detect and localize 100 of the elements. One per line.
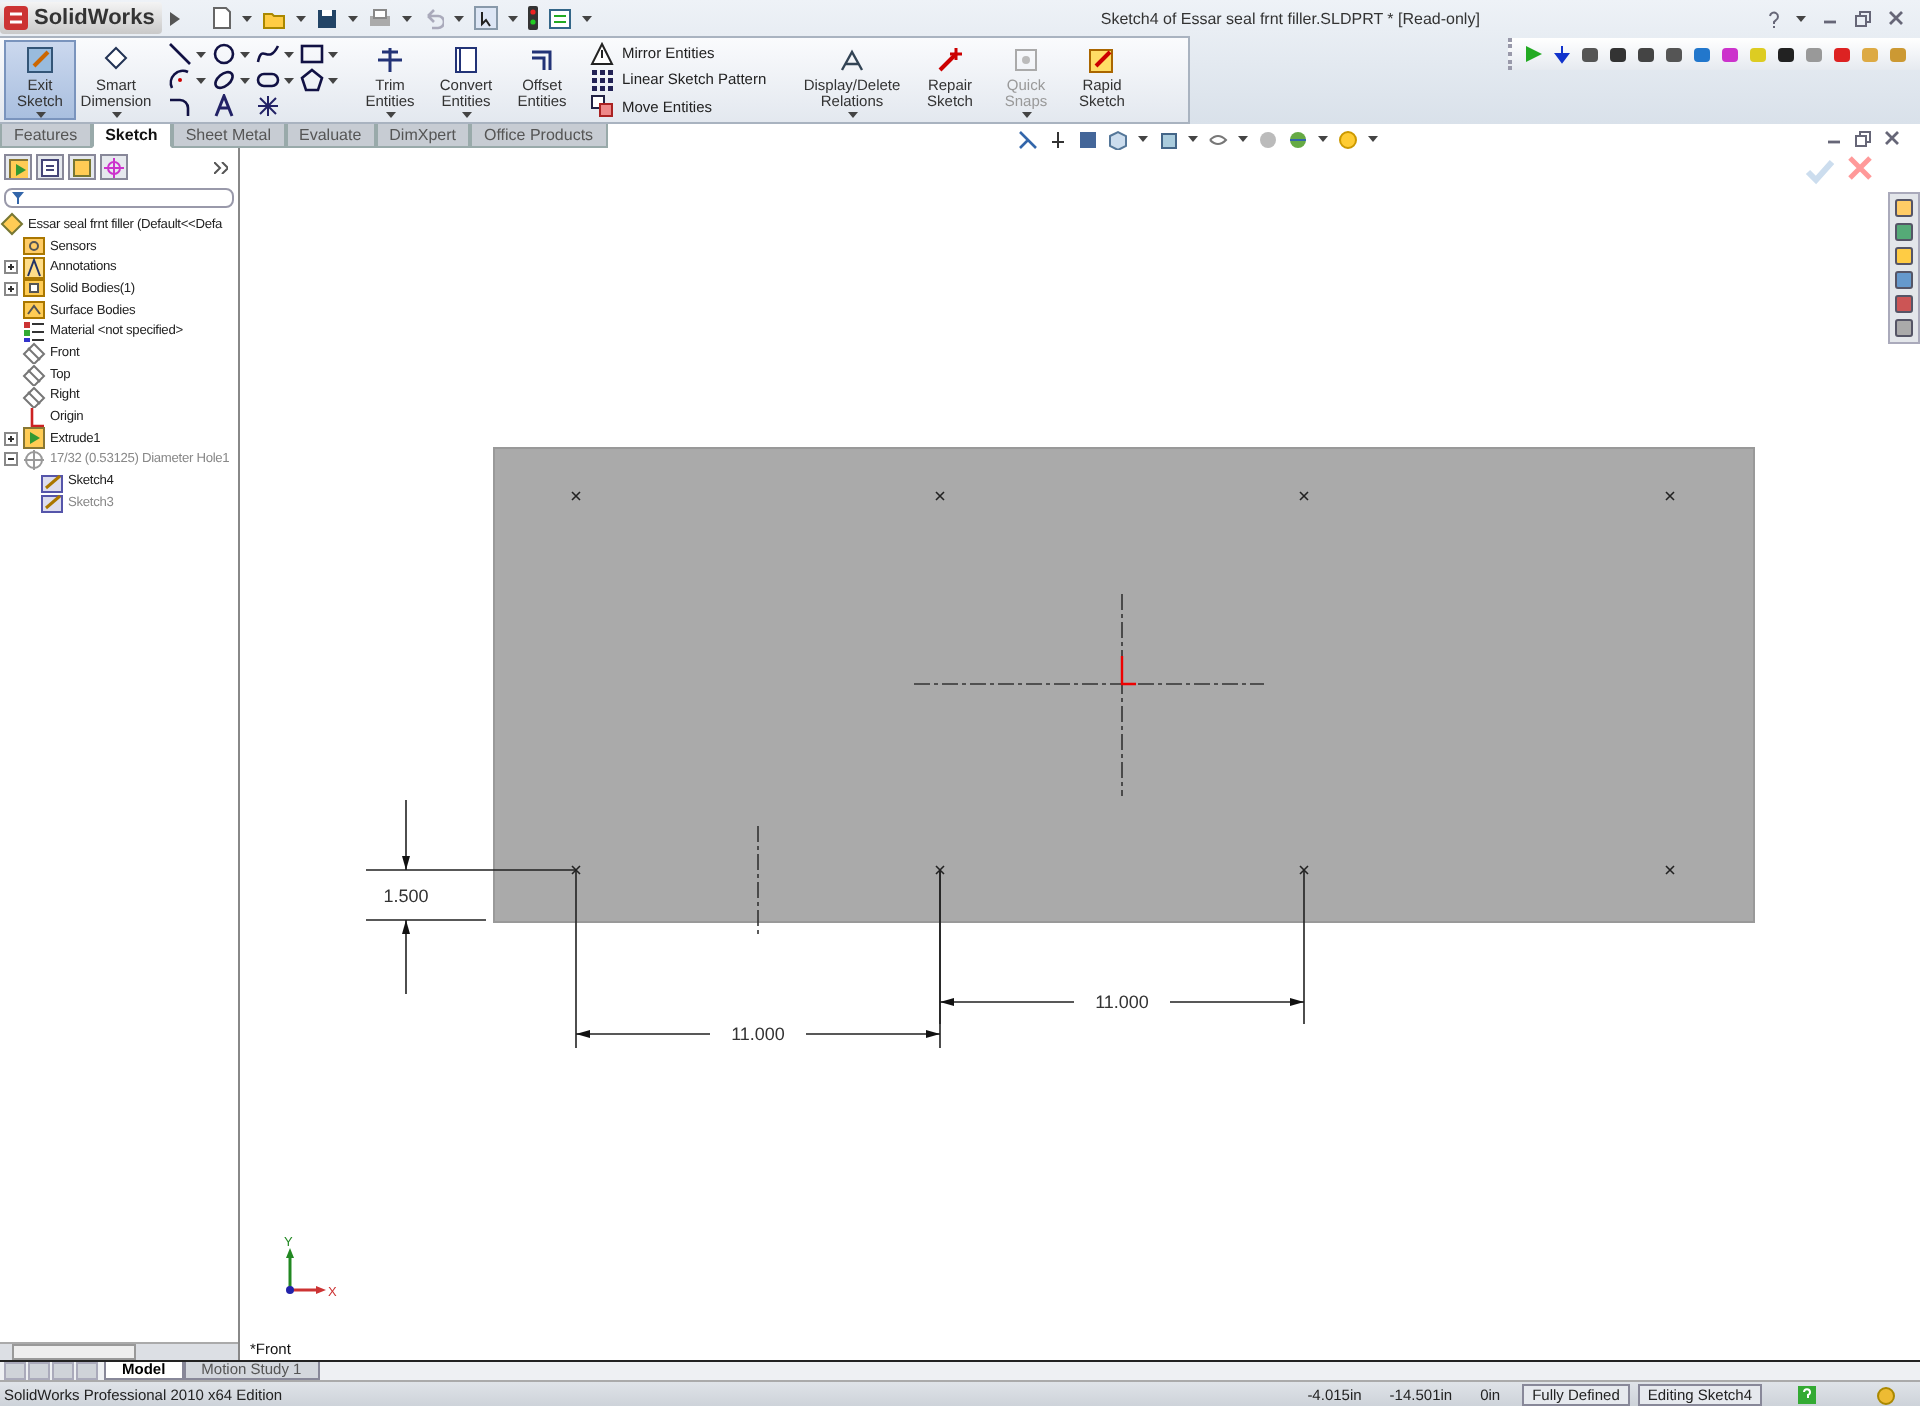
feature-tree-tab[interactable] <box>4 154 32 180</box>
section-view-icon[interactable] <box>1077 129 1098 149</box>
help-icon[interactable] <box>1768 9 1780 27</box>
arc-icon[interactable] <box>168 68 192 92</box>
caret-icon[interactable] <box>328 51 338 57</box>
sketch-point[interactable] <box>935 865 945 875</box>
caret-icon[interactable] <box>1367 136 1378 142</box>
caret-icon[interactable] <box>196 51 206 57</box>
caret-icon[interactable] <box>284 51 294 57</box>
sketch-point[interactable] <box>1665 865 1675 875</box>
help-icon[interactable] <box>1798 1385 1816 1403</box>
caret-icon[interactable] <box>111 112 121 118</box>
expand-panel-icon[interactable] <box>214 161 228 173</box>
down-arrow-icon[interactable] <box>1552 44 1572 64</box>
caret-icon[interactable] <box>385 112 395 118</box>
command-tab[interactable]: DimXpert <box>375 124 470 148</box>
display-style-icon[interactable] <box>1157 129 1178 149</box>
sketch-point[interactable] <box>571 865 581 875</box>
spline-icon[interactable] <box>256 42 280 66</box>
dimxpert-tab[interactable] <box>100 154 128 180</box>
zoom-fit-icon[interactable] <box>1017 129 1038 149</box>
dimension-value[interactable]: 11.000 <box>1095 992 1149 1012</box>
zoom-area-icon[interactable] <box>1047 129 1068 149</box>
save-icon[interactable] <box>316 7 339 29</box>
fillet-icon[interactable] <box>168 94 192 118</box>
slot-icon[interactable] <box>256 68 280 92</box>
point-icon[interactable] <box>256 94 280 118</box>
options-icon[interactable] <box>548 7 573 29</box>
dimension-value[interactable]: 1.500 <box>383 886 429 906</box>
app-logo[interactable]: SolidWorks <box>0 2 163 34</box>
palette-icon[interactable] <box>1894 270 1914 290</box>
text-icon[interactable] <box>212 94 236 118</box>
traffic-light-icon[interactable] <box>528 6 539 30</box>
rebuild-icon[interactable] <box>1876 1385 1896 1405</box>
folder-icon[interactable] <box>1894 246 1914 266</box>
configuration-tab[interactable] <box>68 154 96 180</box>
expand-icon[interactable] <box>4 260 18 275</box>
close-icon[interactable] <box>1888 10 1904 26</box>
lighting-icon[interactable] <box>1337 129 1358 149</box>
caret-icon[interactable] <box>296 15 307 21</box>
dimension-value[interactable]: 11.000 <box>731 1024 785 1044</box>
sketch-point[interactable] <box>1299 865 1309 875</box>
close-icon[interactable] <box>1884 130 1900 146</box>
caret-icon[interactable] <box>35 112 45 118</box>
properties-icon[interactable] <box>1894 318 1914 338</box>
sketch-point[interactable] <box>935 491 945 501</box>
play-icon[interactable] <box>1524 44 1544 64</box>
caret-icon[interactable] <box>582 15 593 21</box>
caret-icon[interactable] <box>348 15 359 21</box>
caret-icon[interactable] <box>196 77 206 83</box>
caret-icon[interactable] <box>328 77 338 83</box>
hide-show-icon[interactable] <box>1207 129 1228 149</box>
caret-icon[interactable] <box>1237 136 1248 142</box>
caret-icon[interactable] <box>1137 136 1148 142</box>
caret-icon[interactable] <box>240 51 250 57</box>
print-icon[interactable] <box>368 7 393 29</box>
command-tab[interactable]: Evaluate <box>285 124 376 148</box>
horizontal-scrollbar[interactable] <box>0 1342 238 1360</box>
circle-icon[interactable] <box>212 42 236 66</box>
caret-icon[interactable] <box>242 15 253 21</box>
command-tab[interactable]: Features <box>0 124 92 148</box>
centerline[interactable] <box>1121 593 1123 797</box>
caret-icon[interactable] <box>284 77 294 83</box>
appearance-icon[interactable] <box>1894 294 1914 314</box>
sketch-point[interactable] <box>1665 491 1675 501</box>
caret-icon[interactable] <box>1187 136 1198 142</box>
caret-icon[interactable] <box>508 15 519 21</box>
folder-icon[interactable] <box>262 7 287 29</box>
sketch-point[interactable] <box>571 491 581 501</box>
polygon-icon[interactable] <box>300 68 324 92</box>
caret-icon[interactable] <box>402 15 413 21</box>
scene-icon[interactable] <box>1287 129 1308 149</box>
collapse-icon[interactable] <box>4 452 18 467</box>
select-icon[interactable] <box>474 6 499 30</box>
caret-icon[interactable] <box>1317 136 1328 142</box>
rectangle-icon[interactable] <box>300 42 324 66</box>
command-tab[interactable]: Office Products <box>470 124 608 148</box>
library-icon[interactable] <box>1894 222 1914 242</box>
line-icon[interactable] <box>168 42 192 66</box>
ellipse-icon[interactable] <box>212 68 236 92</box>
plane-icon <box>22 362 46 387</box>
caret-icon[interactable] <box>454 15 465 21</box>
caret-icon[interactable] <box>1796 15 1806 21</box>
caret-icon[interactable] <box>847 112 857 118</box>
command-tab[interactable]: Sketch <box>91 124 172 148</box>
command-tab[interactable]: Sheet Metal <box>171 124 286 148</box>
caret-icon[interactable] <box>240 77 250 83</box>
home-icon[interactable] <box>1894 198 1914 218</box>
caret-icon[interactable] <box>461 112 471 118</box>
filter-field[interactable] <box>4 188 234 208</box>
view-orientation-icon[interactable] <box>1107 129 1128 149</box>
expand-icon[interactable] <box>4 431 18 446</box>
centerline[interactable] <box>757 825 759 935</box>
new-document-icon[interactable] <box>212 6 233 30</box>
restore-icon[interactable] <box>1854 130 1872 148</box>
sketch-point[interactable] <box>1299 491 1309 501</box>
restore-icon[interactable] <box>1854 9 1872 27</box>
property-tab[interactable] <box>36 154 64 180</box>
menu-arrow-icon[interactable] <box>170 11 181 25</box>
expand-icon[interactable] <box>4 281 18 296</box>
